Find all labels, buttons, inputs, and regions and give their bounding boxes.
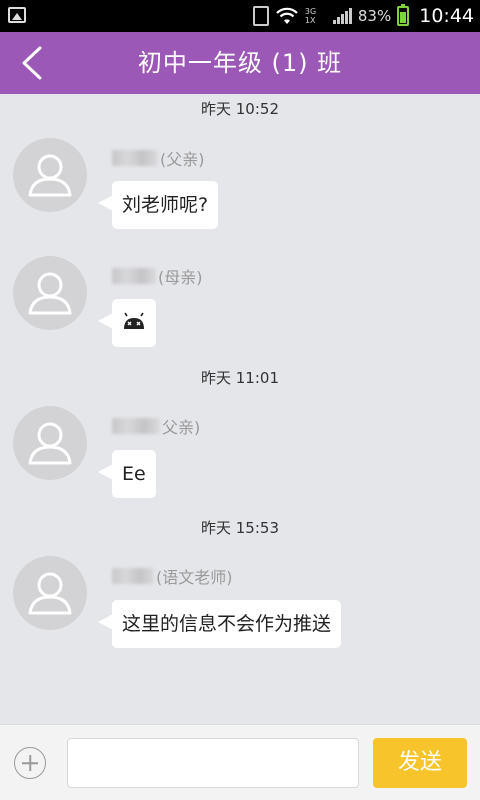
- signal-icon: [332, 8, 352, 24]
- battery-percent: 83%: [357, 7, 392, 25]
- user-icon: [28, 422, 72, 465]
- avatar[interactable]: [13, 556, 87, 630]
- blurred-name: [112, 418, 160, 434]
- sender-role: (母亲): [158, 268, 203, 287]
- sender-name: (父亲): [112, 146, 205, 170]
- sender-name: (母亲): [112, 264, 203, 288]
- chevron-left-icon[interactable]: [14, 44, 52, 82]
- plus-circle-icon[interactable]: [14, 747, 46, 779]
- network-sub-label: 1X: [304, 16, 316, 25]
- sender-role: 父亲): [162, 418, 201, 437]
- status-icons: 3G 1X 83% 10:44: [252, 0, 474, 32]
- blurred-name: [112, 268, 156, 284]
- chat-area[interactable]: 昨天 10:52 (父亲) 刘老师呢? (母亲) 昨天 11:01 父亲) Ee…: [0, 94, 480, 724]
- user-icon: [28, 272, 72, 315]
- message-text: 这里的信息不会作为推送: [122, 613, 332, 635]
- user-icon: [28, 154, 72, 197]
- message-bubble[interactable]: 刘老师呢?: [97, 181, 219, 229]
- sender-role: (父亲): [160, 150, 205, 169]
- message-bubble[interactable]: 这里的信息不会作为推送: [97, 600, 342, 648]
- battery-icon: [397, 4, 410, 26]
- sender-name: (语文老师): [112, 564, 233, 588]
- timestamp: 昨天 10:52: [201, 100, 279, 118]
- network-type-label: 3G: [304, 7, 317, 16]
- message-text: Ee: [122, 463, 146, 485]
- message-bubble[interactable]: Ee: [98, 450, 156, 498]
- blurred-name: [112, 150, 158, 166]
- input-bar: 发送: [0, 724, 480, 800]
- wifi-icon: [276, 7, 298, 24]
- message-text: 刘老师呢?: [122, 194, 209, 216]
- image-notification-icon: [8, 7, 26, 23]
- avatar[interactable]: [13, 406, 87, 480]
- timestamp: 昨天 11:01: [201, 369, 279, 387]
- clock: 10:44: [419, 5, 474, 27]
- avatar[interactable]: [13, 138, 87, 212]
- message-input[interactable]: [67, 738, 359, 788]
- timestamp: 昨天 15:53: [201, 519, 279, 537]
- app-header: 初中一年级 (1) 班: [0, 32, 480, 94]
- android-robot-icon: [124, 312, 144, 329]
- status-bar: 3G 1X 83% 10:44: [0, 0, 480, 32]
- message-bubble[interactable]: [98, 299, 156, 347]
- blurred-name: [112, 568, 154, 584]
- sender-name: 父亲): [112, 414, 200, 438]
- sim-icon: [252, 6, 269, 26]
- user-icon: [28, 572, 72, 615]
- avatar[interactable]: [13, 256, 87, 330]
- sender-role: (语文老师): [156, 568, 233, 587]
- page-title: 初中一年级 (1) 班: [137, 49, 343, 77]
- network-type: 3G 1X: [305, 7, 327, 25]
- send-button[interactable]: 发送: [373, 738, 467, 788]
